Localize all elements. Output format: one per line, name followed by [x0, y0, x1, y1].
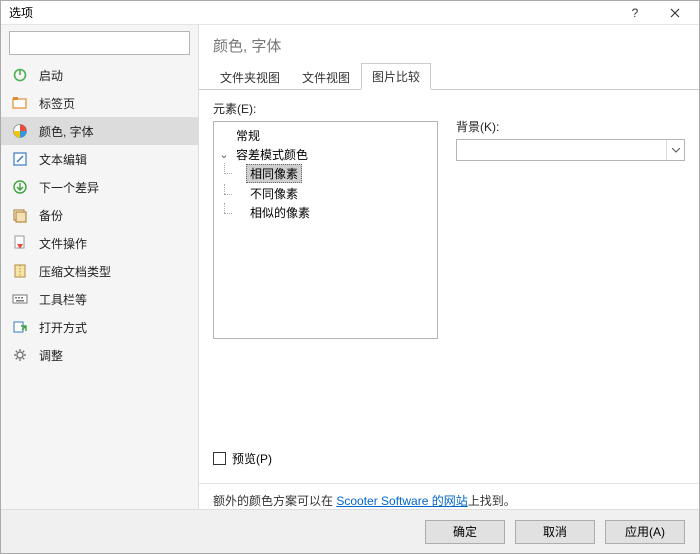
- sidebar-item-archive-types[interactable]: 压缩文档类型: [1, 257, 198, 285]
- sidebar-item-label: 打开方式: [39, 319, 87, 336]
- sidebar-item-label: 调整: [39, 347, 63, 364]
- palette-icon: [11, 122, 29, 140]
- sidebar: 启动 标签页 颜色, 字体 文本编辑 下一个差异 备份: [1, 25, 199, 509]
- close-button[interactable]: [655, 1, 695, 25]
- tree-node-diff-pixels[interactable]: 不同像素: [246, 185, 302, 202]
- sidebar-item-text-edit[interactable]: 文本编辑: [1, 145, 198, 173]
- sidebar-item-tweaks[interactable]: 调整: [1, 341, 198, 369]
- background-combo[interactable]: [456, 139, 685, 161]
- sidebar-item-label: 工具栏等: [39, 291, 87, 308]
- file-warning-icon: [11, 234, 29, 252]
- sidebar-item-label: 启动: [39, 67, 63, 84]
- sidebar-item-label: 标签页: [39, 95, 75, 112]
- dialog-buttons: 确定 取消 应用(A): [1, 509, 699, 553]
- tab-bar: 文件夹视图 文件视图 图片比较: [199, 62, 699, 90]
- tree-node-same-pixels[interactable]: 相同像素: [246, 164, 302, 183]
- power-icon: [11, 66, 29, 84]
- sidebar-item-backup[interactable]: 备份: [1, 201, 198, 229]
- scooter-link[interactable]: Scooter Software 的网站: [336, 494, 467, 508]
- elements-tree[interactable]: 常规 ⌄容差模式颜色 相同像素 不同像素 相似的像素: [213, 121, 438, 339]
- sidebar-item-label: 下一个差异: [39, 179, 99, 196]
- page-title: 颜色, 字体: [199, 25, 699, 62]
- tree-expander[interactable]: ⌄: [218, 148, 230, 161]
- sidebar-item-colors-fonts[interactable]: 颜色, 字体: [1, 117, 198, 145]
- tab-folder-view[interactable]: 文件夹视图: [209, 64, 291, 90]
- help-button[interactable]: ?: [615, 1, 655, 25]
- close-icon: [670, 8, 680, 18]
- preview-checkbox[interactable]: [213, 452, 226, 465]
- sidebar-item-label: 文本编辑: [39, 151, 87, 168]
- nav-list: 启动 标签页 颜色, 字体 文本编辑 下一个差异 备份: [1, 61, 198, 509]
- gear-icon: [11, 346, 29, 364]
- tree-node-similar-pixels[interactable]: 相似的像素: [246, 204, 314, 221]
- sidebar-item-label: 文件操作: [39, 235, 87, 252]
- tab-file-view[interactable]: 文件视图: [291, 64, 361, 90]
- background-label: 背景(K):: [456, 118, 685, 135]
- sidebar-item-label: 压缩文档类型: [39, 263, 111, 280]
- tree-node-general[interactable]: 常规: [232, 127, 264, 144]
- footnote: 额外的颜色方案可以在 Scooter Software 的网站上找到。: [199, 483, 699, 509]
- zip-icon: [11, 262, 29, 280]
- window-title: 选项: [5, 4, 33, 21]
- sidebar-item-label: 备份: [39, 207, 63, 224]
- ok-button[interactable]: 确定: [425, 520, 505, 544]
- main-panel: 颜色, 字体 文件夹视图 文件视图 图片比较 元素(E): 常规 ⌄容差模式颜色: [199, 25, 699, 509]
- sidebar-item-toolbars[interactable]: 工具栏等: [1, 285, 198, 313]
- elements-label: 元素(E):: [213, 100, 438, 117]
- keyboard-icon: [11, 290, 29, 308]
- edit-icon: [11, 150, 29, 168]
- preview-label: 预览(P): [232, 450, 272, 467]
- sidebar-item-tabs[interactable]: 标签页: [1, 89, 198, 117]
- search-input[interactable]: [9, 31, 190, 55]
- backup-icon: [11, 206, 29, 224]
- cancel-button[interactable]: 取消: [515, 520, 595, 544]
- sidebar-item-file-ops[interactable]: 文件操作: [1, 229, 198, 257]
- apply-button[interactable]: 应用(A): [605, 520, 685, 544]
- sidebar-item-next-diff[interactable]: 下一个差异: [1, 173, 198, 201]
- tree-node-tolerance[interactable]: 容差模式颜色: [232, 146, 312, 163]
- chevron-down-icon: [666, 140, 684, 160]
- tab-icon: [11, 94, 29, 112]
- sidebar-item-startup[interactable]: 启动: [1, 61, 198, 89]
- sidebar-item-open-with[interactable]: 打开方式: [1, 313, 198, 341]
- tab-picture-compare[interactable]: 图片比较: [361, 63, 431, 90]
- arrow-down-icon: [11, 178, 29, 196]
- open-with-icon: [11, 318, 29, 336]
- sidebar-item-label: 颜色, 字体: [39, 123, 94, 140]
- tab-content: 元素(E): 常规 ⌄容差模式颜色 相同像素 不同像素 相似的像素: [199, 90, 699, 477]
- titlebar: 选项 ?: [1, 1, 699, 25]
